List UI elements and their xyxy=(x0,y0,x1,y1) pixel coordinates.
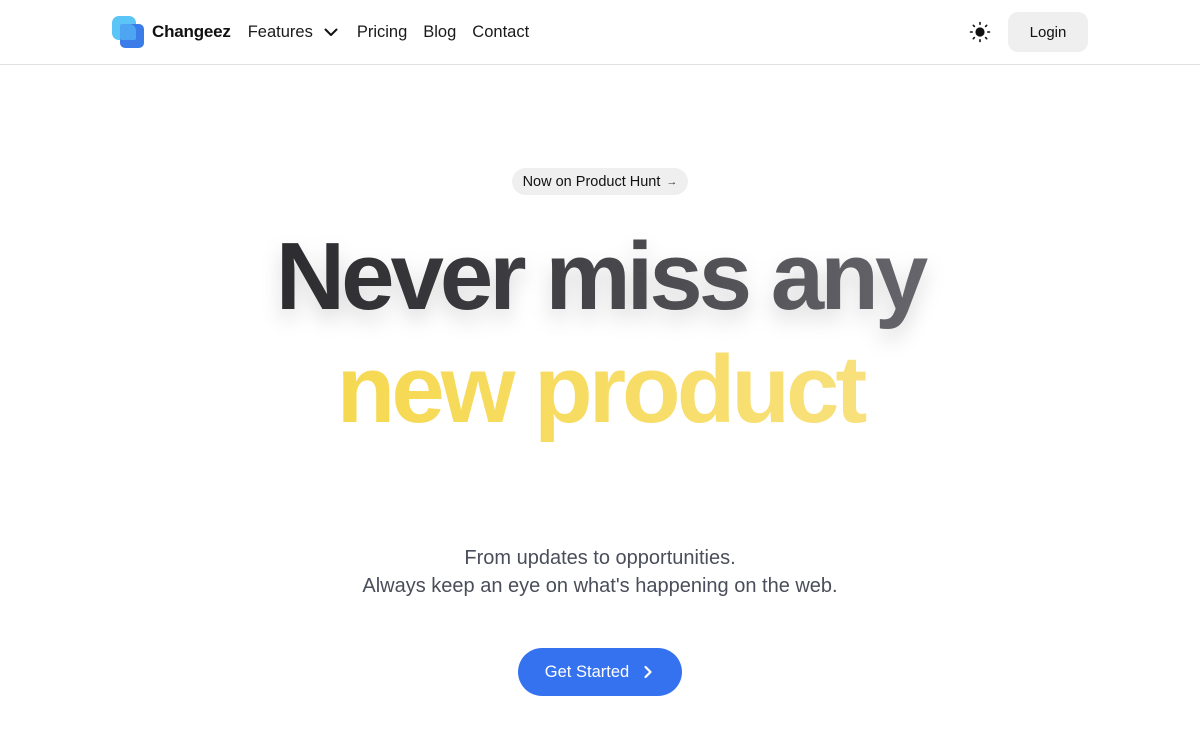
nav-link-features[interactable]: Features xyxy=(248,23,341,42)
arrow-right-icon: → xyxy=(666,175,678,188)
hero-subtitle-line1: From updates to opportunities. xyxy=(464,547,736,569)
get-started-label: Get Started xyxy=(544,662,630,681)
chevron-right-icon xyxy=(644,665,652,679)
product-hunt-badge[interactable]: Now on Product Hunt → xyxy=(512,168,688,195)
sun-icon xyxy=(969,21,991,43)
nav-link-pricing[interactable]: Pricing xyxy=(357,23,407,42)
hero-headline-line1: Never miss any xyxy=(0,222,1200,332)
hero-subtitle-line2: Always keep an eye on what's happening o… xyxy=(362,575,838,597)
logo-icon xyxy=(112,16,144,48)
nav-link-contact[interactable]: Contact xyxy=(472,23,529,42)
navbar: Changeez Features Pricing Blog Contact L… xyxy=(0,0,1200,65)
hero-headline-line2: new product xyxy=(0,335,1200,445)
get-started-button[interactable]: Get Started xyxy=(518,648,682,696)
nav-actions: Login xyxy=(968,12,1088,52)
chevron-down-icon xyxy=(324,28,338,36)
login-button[interactable]: Login xyxy=(1008,12,1088,52)
nav-link-label: Features xyxy=(247,22,313,41)
theme-toggle-button[interactable] xyxy=(968,20,992,44)
product-hunt-badge-label: Now on Product Hunt xyxy=(522,173,661,190)
navbar-inner: Changeez Features Pricing Blog Contact L… xyxy=(112,0,1088,64)
brand-logo-link[interactable]: Changeez xyxy=(112,16,231,48)
nav-link-blog[interactable]: Blog xyxy=(423,23,456,42)
nav-links: Features Pricing Blog Contact xyxy=(248,23,545,42)
brand-name: Changeez xyxy=(152,22,231,41)
